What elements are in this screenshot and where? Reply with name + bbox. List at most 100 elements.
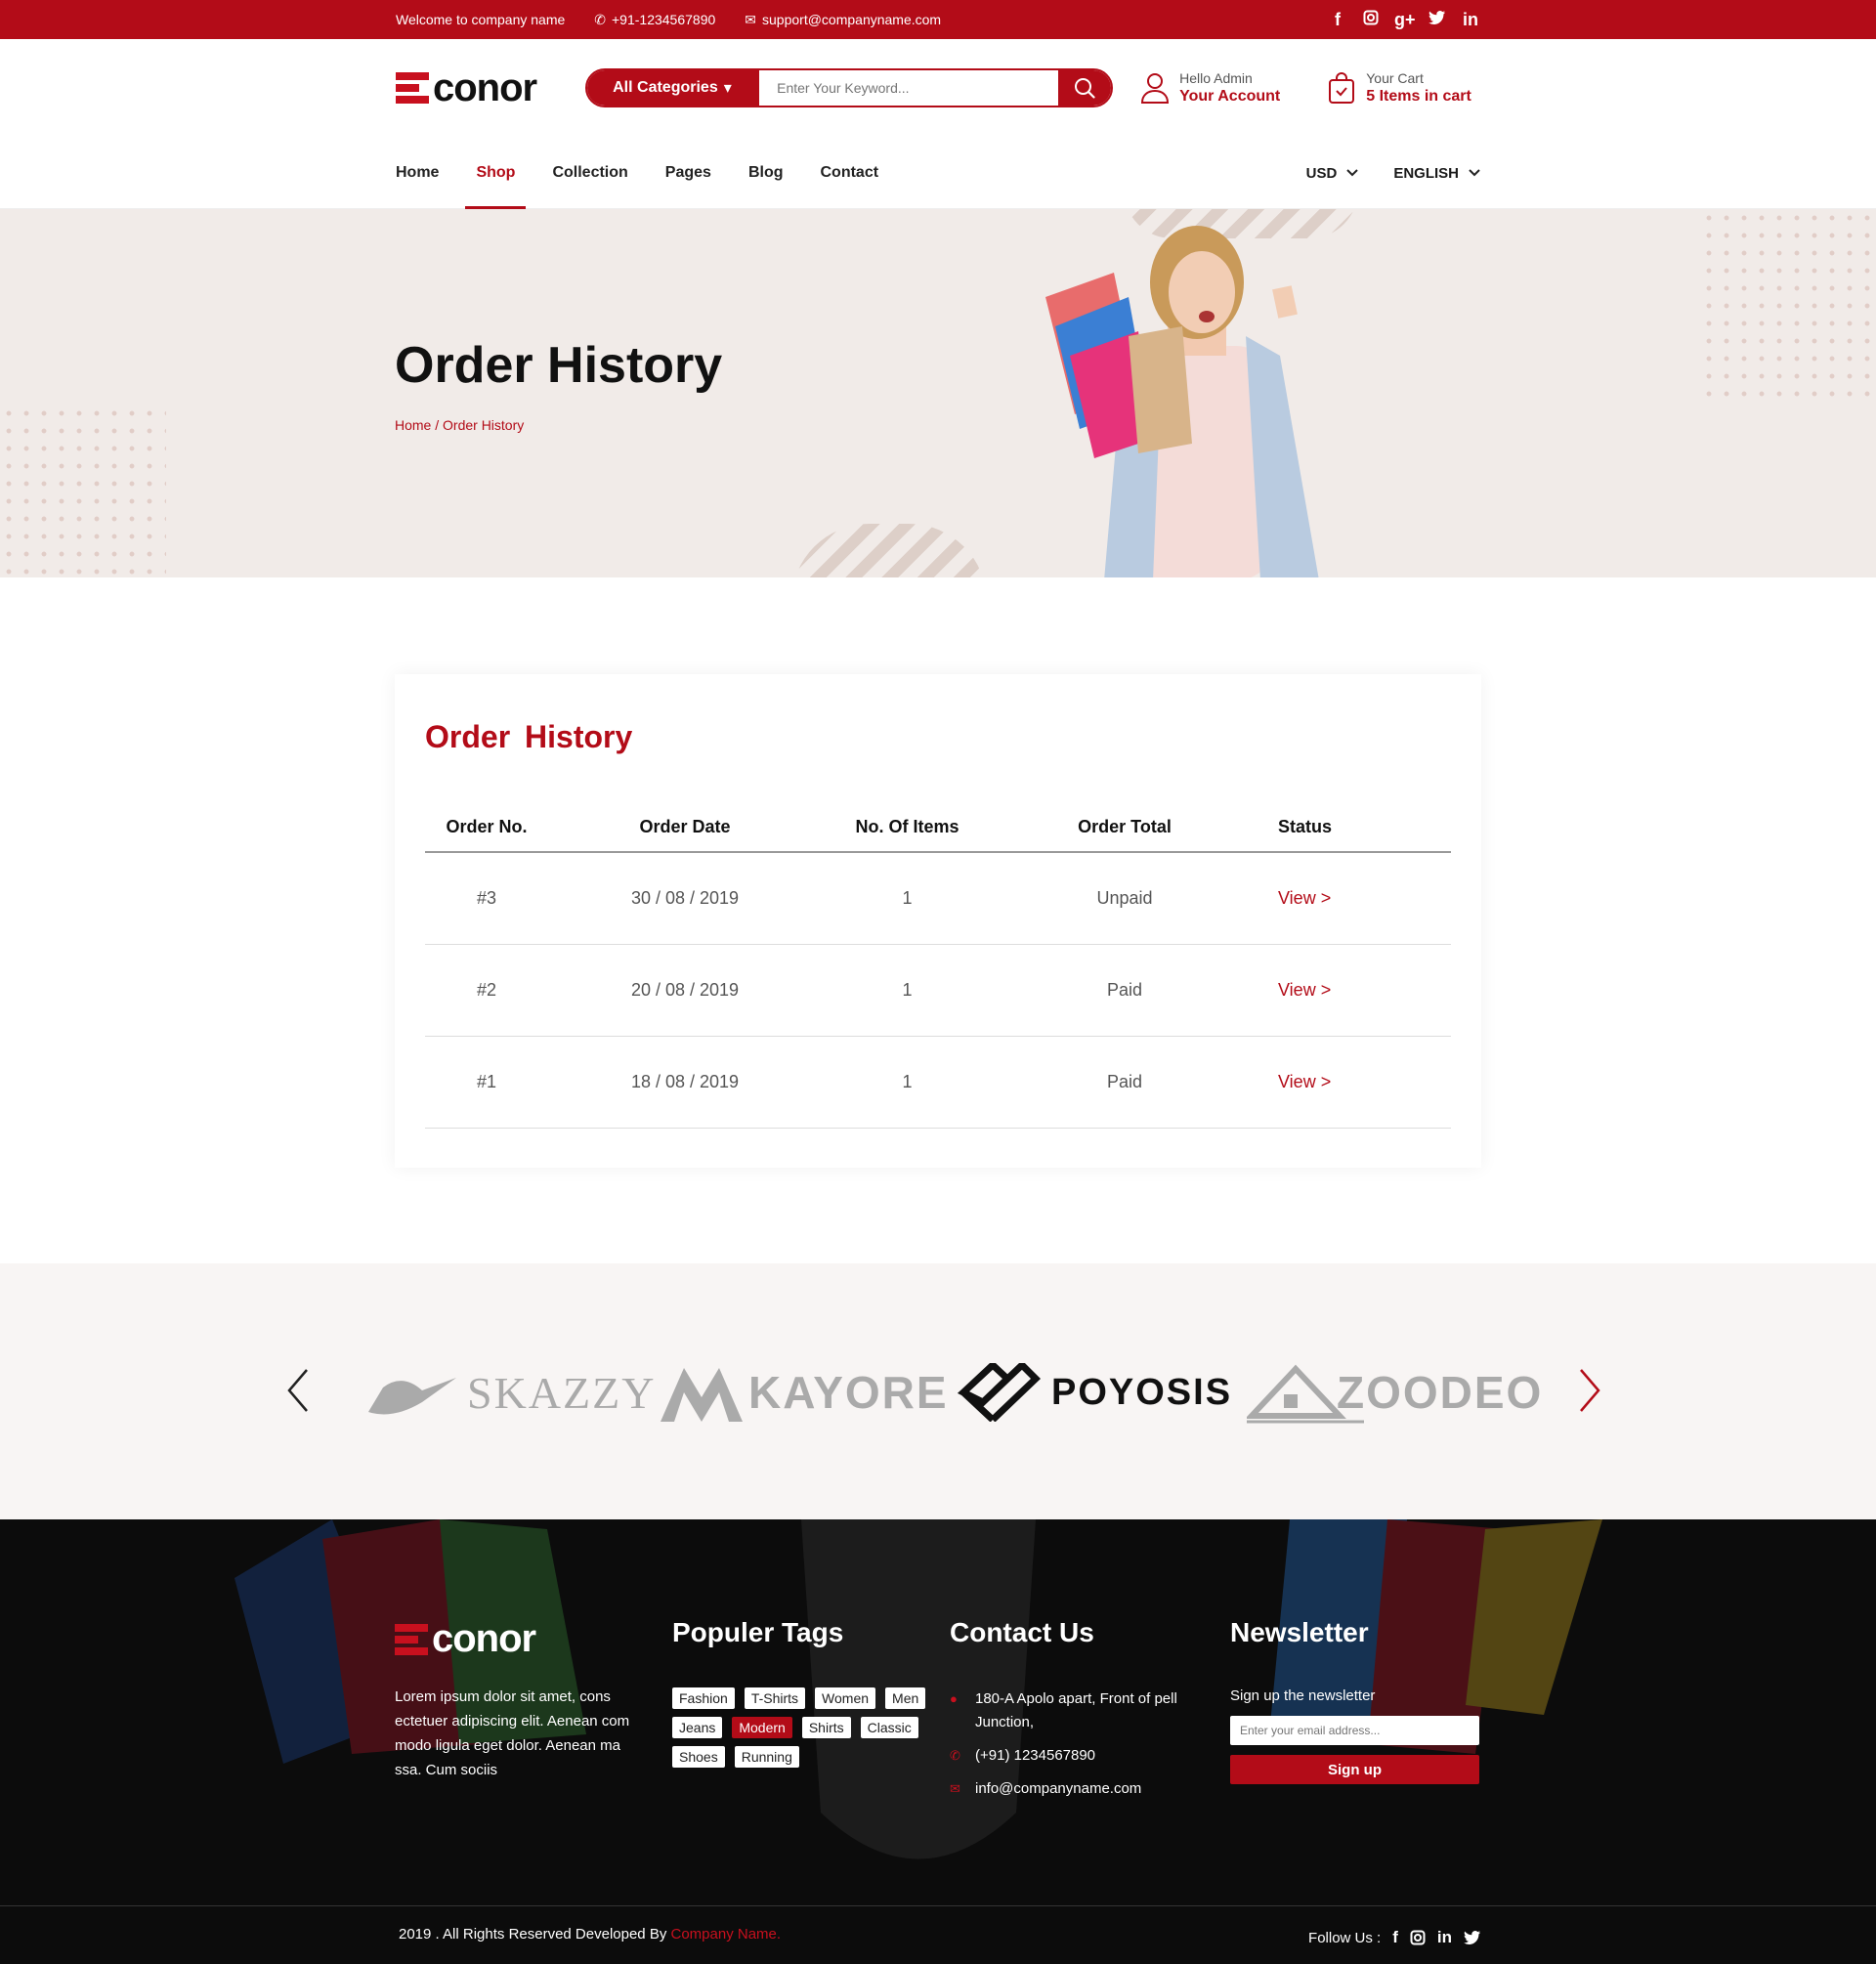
kayore-logo-icon (661, 1368, 743, 1422)
instagram-icon[interactable] (1410, 1930, 1426, 1945)
brand-logo-poyosis[interactable]: POYOSIS (954, 1361, 1232, 1424)
footer-logo-text: conor (432, 1617, 536, 1660)
order-date: 20 / 08 / 2019 (548, 944, 822, 1037)
account-link[interactable]: Hello Admin Your Account (1140, 70, 1280, 106)
table-row: #2 20 / 08 / 2019 1 Paid View > (425, 944, 1451, 1037)
breadcrumb[interactable]: Home / Order History (395, 417, 524, 433)
skazzy-logo-icon (368, 1378, 456, 1415)
view-order-link[interactable]: View > (1257, 852, 1451, 945)
phone-icon: ✆ (950, 1748, 960, 1763)
currency-value: USD (1305, 164, 1338, 182)
google-plus-icon[interactable]: g+ (1394, 10, 1416, 30)
footer: conor Lorem ipsum dolor sit amet, cons e… (0, 1519, 1876, 1964)
footer-contact-title: Contact Us (950, 1617, 1094, 1647)
facebook-icon[interactable]: f (1392, 1928, 1398, 1947)
view-order-link[interactable]: View > (1257, 1036, 1451, 1129)
footer-contact: Contact Us ● 180-A Apolo apart, Front of… (950, 1617, 1184, 1811)
language-value: ENGLISH (1393, 164, 1459, 182)
order-history-title: Order History (425, 719, 633, 754)
brand-name: SKAZZY (467, 1367, 657, 1418)
tag-modern[interactable]: Modern (732, 1717, 792, 1738)
company-link[interactable]: Company Name. (671, 1926, 782, 1943)
category-dropdown[interactable]: All Categories ▾ (587, 70, 760, 106)
linkedin-icon[interactable]: in (1437, 1928, 1452, 1947)
phone-icon: ✆ (594, 11, 606, 27)
instagram-icon[interactable] (1361, 10, 1381, 30)
page-hero: Order History Home / Order History (0, 209, 1876, 577)
facebook-icon[interactable]: f (1328, 10, 1347, 30)
table-row: #1 18 / 08 / 2019 1 Paid View > (425, 1036, 1451, 1129)
search-icon (1075, 78, 1095, 99)
location-pin-icon: ● (950, 1691, 958, 1706)
tag-men[interactable]: Men (885, 1687, 926, 1709)
search-input[interactable] (759, 70, 1059, 106)
footer-logo[interactable]: conor (395, 1617, 649, 1661)
contact-address-text: 180-A Apolo apart, Front of pell Junctio… (975, 1690, 1177, 1730)
nav-item-collection[interactable]: Collection (552, 137, 627, 209)
nav-item-blog[interactable]: Blog (748, 137, 784, 209)
logo-mark-icon (396, 72, 429, 104)
logo-mark-icon (395, 1623, 428, 1655)
contact-phone-text: (+91) 1234567890 (975, 1747, 1096, 1764)
brand-name: POYOSIS (1051, 1371, 1233, 1413)
order-items: 1 (822, 852, 993, 945)
tag-fashion[interactable]: Fashion (672, 1687, 735, 1709)
column-header: Order No. (425, 803, 548, 853)
brand-name: KAYORE (748, 1367, 949, 1418)
caret-down-icon: ▾ (723, 80, 732, 97)
signup-button[interactable]: Sign up (1230, 1755, 1479, 1784)
brand-carousel: SKAZZY KAYORE POYOSIS ZOODEO (0, 1263, 1876, 1519)
order-number: #2 (425, 944, 548, 1037)
order-history-card: Order History Order No. Order Date No. O… (395, 674, 1481, 1168)
copyright: 2019 . All Rights Reserved Developed By … (399, 1926, 781, 1943)
order-total: Paid (993, 1036, 1257, 1129)
nav-item-shop[interactable]: Shop (465, 137, 527, 209)
search-button[interactable] (1058, 70, 1112, 106)
nav-item-home[interactable]: Home (396, 137, 439, 209)
tag-shirts[interactable]: Shirts (801, 1717, 851, 1738)
brand-logo-skazzy[interactable]: SKAZZY (363, 1361, 656, 1424)
nav-item-pages[interactable]: Pages (665, 137, 711, 209)
tag-t-shirts[interactable]: T-Shirts (744, 1687, 806, 1709)
account-greeting: Hello Admin (1179, 70, 1253, 86)
tag-shoes[interactable]: Shoes (672, 1746, 725, 1768)
order-number: #1 (425, 1036, 548, 1129)
tag-women[interactable]: Women (815, 1687, 876, 1709)
contact-address: ● 180-A Apolo apart, Front of pell Junct… (950, 1687, 1184, 1734)
twitter-icon[interactable] (1464, 1930, 1481, 1945)
topbar-email-text: support@companyname.com (762, 12, 942, 27)
footer-newsletter: Newsletter Sign up the newsletter Sign u… (1230, 1617, 1479, 1784)
linkedin-icon[interactable]: in (1461, 10, 1480, 30)
order-date: 30 / 08 / 2019 (548, 852, 822, 945)
footer-tags-title: Populer Tags (672, 1617, 844, 1647)
tag-jeans[interactable]: Jeans (672, 1717, 723, 1738)
shopping-bag-icon (1329, 72, 1355, 104)
mail-icon: ✉ (950, 1781, 960, 1796)
footer-bottom-bar: 2019 . All Rights Reserved Developed By … (0, 1905, 1876, 1964)
shopping-woman-illustration (1045, 226, 1319, 577)
cart-link[interactable]: Your Cart 5 Items in cart (1327, 70, 1471, 106)
main-nav: Home Shop Collection Pages Blog Contact … (0, 137, 1876, 209)
contact-email[interactable]: ✉ info@companyname.com (950, 1777, 1184, 1801)
topbar-email[interactable]: ✉ support@companyname.com (745, 12, 941, 28)
currency-selector[interactable]: USD (1306, 165, 1359, 182)
tag-running[interactable]: Running (734, 1746, 799, 1768)
decor-dots (1700, 209, 1876, 405)
footer-newsletter-title: Newsletter (1230, 1617, 1369, 1647)
column-header: Status (1257, 803, 1451, 853)
carousel-next-arrow-icon[interactable] (1575, 1366, 1604, 1415)
table-row: #3 30 / 08 / 2019 1 Unpaid View > (425, 852, 1451, 945)
column-header: Order Total (993, 803, 1257, 853)
brand-logo-zoodeo[interactable]: ZOODEO (1247, 1361, 1543, 1424)
search-bar: All Categories ▾ (585, 68, 1114, 107)
view-order-link[interactable]: View > (1257, 944, 1451, 1037)
newsletter-email-input[interactable] (1230, 1716, 1479, 1745)
logo[interactable]: conor (396, 66, 537, 110)
carousel-prev-arrow-icon[interactable] (283, 1366, 313, 1415)
language-selector[interactable]: ENGLISH (1393, 165, 1480, 182)
tag-classic[interactable]: Classic (860, 1717, 918, 1738)
nav-item-contact[interactable]: Contact (820, 137, 878, 209)
twitter-icon[interactable] (1428, 10, 1447, 30)
cart-label: Your Cart (1366, 70, 1424, 86)
brand-logo-kayore[interactable]: KAYORE (661, 1361, 949, 1424)
